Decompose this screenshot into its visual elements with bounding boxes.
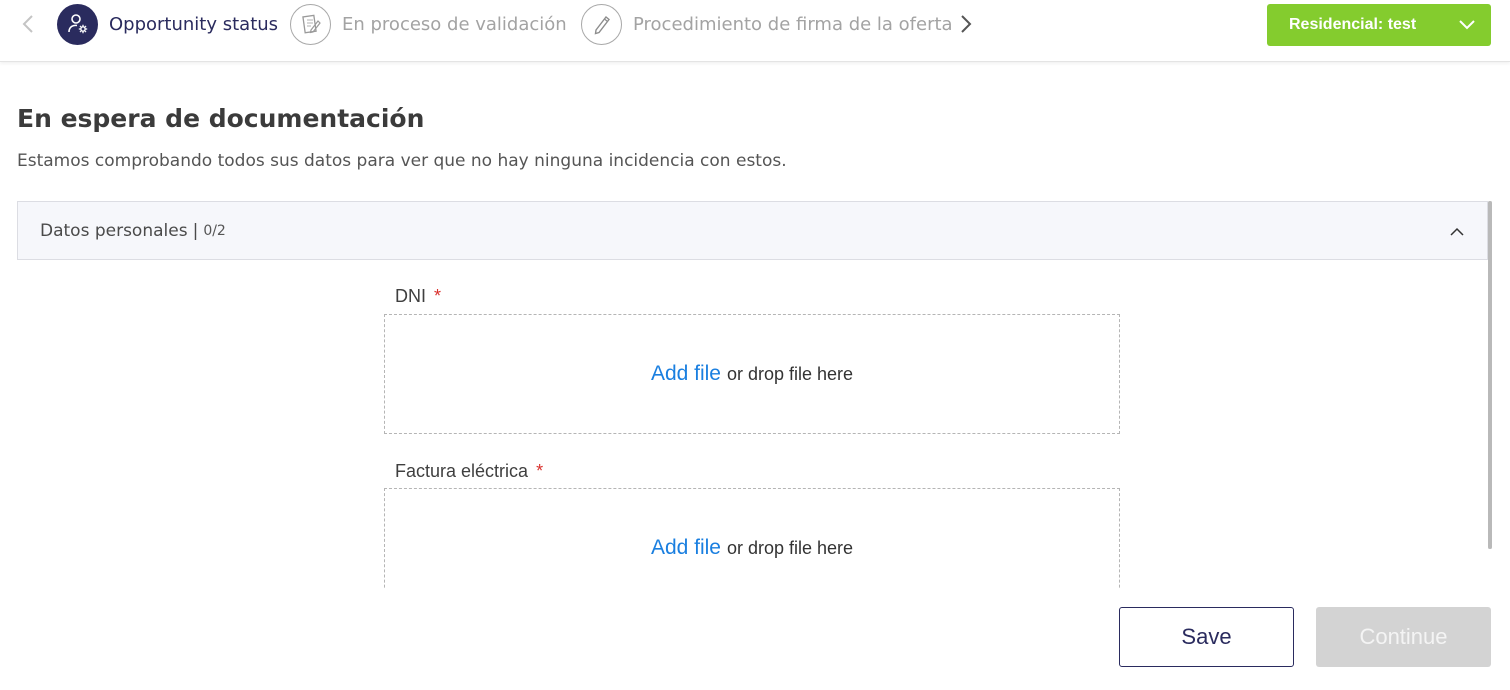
step-procedimiento-de-firma[interactable]: Procedimiento de firma de la oferta: [581, 3, 953, 45]
chevron-down-icon: [1457, 15, 1477, 39]
add-file-link[interactable]: Add file: [651, 362, 721, 386]
field-label-text: Factura eléctrica: [395, 461, 529, 481]
drop-file-text: or drop file here: [726, 537, 854, 558]
top-stepper-bar: Opportunity status En proceso de validac…: [0, 0, 1510, 62]
required-marker: *: [434, 286, 442, 306]
drop-file-text: or drop file here: [726, 363, 854, 384]
page-subtitle: Estamos comprobando todos sus datos para…: [17, 151, 787, 171]
required-marker: *: [536, 461, 544, 481]
section-count: 0/2: [203, 222, 226, 239]
user-gear-icon: [57, 3, 98, 45]
step-opportunity-status[interactable]: Opportunity status: [57, 3, 279, 45]
factura-electrica-label: Factura eléctrica *: [395, 461, 543, 482]
residencial-selector[interactable]: Residencial: test: [1267, 4, 1491, 46]
scrollbar-thumb[interactable]: [1488, 201, 1492, 549]
step-label: Opportunity status: [109, 13, 279, 35]
save-button[interactable]: Save: [1119, 607, 1294, 667]
add-file-link[interactable]: Add file: [651, 536, 721, 560]
field-label-text: DNI: [395, 286, 426, 306]
section-separator: |: [192, 220, 199, 241]
chevron-up-icon[interactable]: [1449, 224, 1465, 244]
chevron-left-icon[interactable]: [17, 12, 41, 36]
step-en-proceso-de-validacion[interactable]: En proceso de validación: [290, 3, 567, 45]
dni-dropzone[interactable]: Add file or drop file here: [384, 314, 1120, 434]
residencial-selector-label: Residencial: test: [1289, 16, 1417, 33]
footer-actions: Save Continue: [0, 588, 1510, 690]
continue-button[interactable]: Continue: [1316, 607, 1491, 667]
chevron-right-icon[interactable]: [953, 12, 977, 36]
section-title: Datos personales: [40, 220, 188, 241]
step-label: En proceso de validación: [342, 13, 567, 35]
dni-label: DNI *: [395, 286, 441, 307]
page-title: En espera de documentación: [17, 104, 425, 133]
pen-icon: [581, 3, 622, 45]
step-label: Procedimiento de firma de la oferta: [633, 13, 953, 35]
document-edit-icon: [290, 3, 331, 45]
section-datos-personales[interactable]: Datos personales | 0/2: [17, 201, 1488, 260]
